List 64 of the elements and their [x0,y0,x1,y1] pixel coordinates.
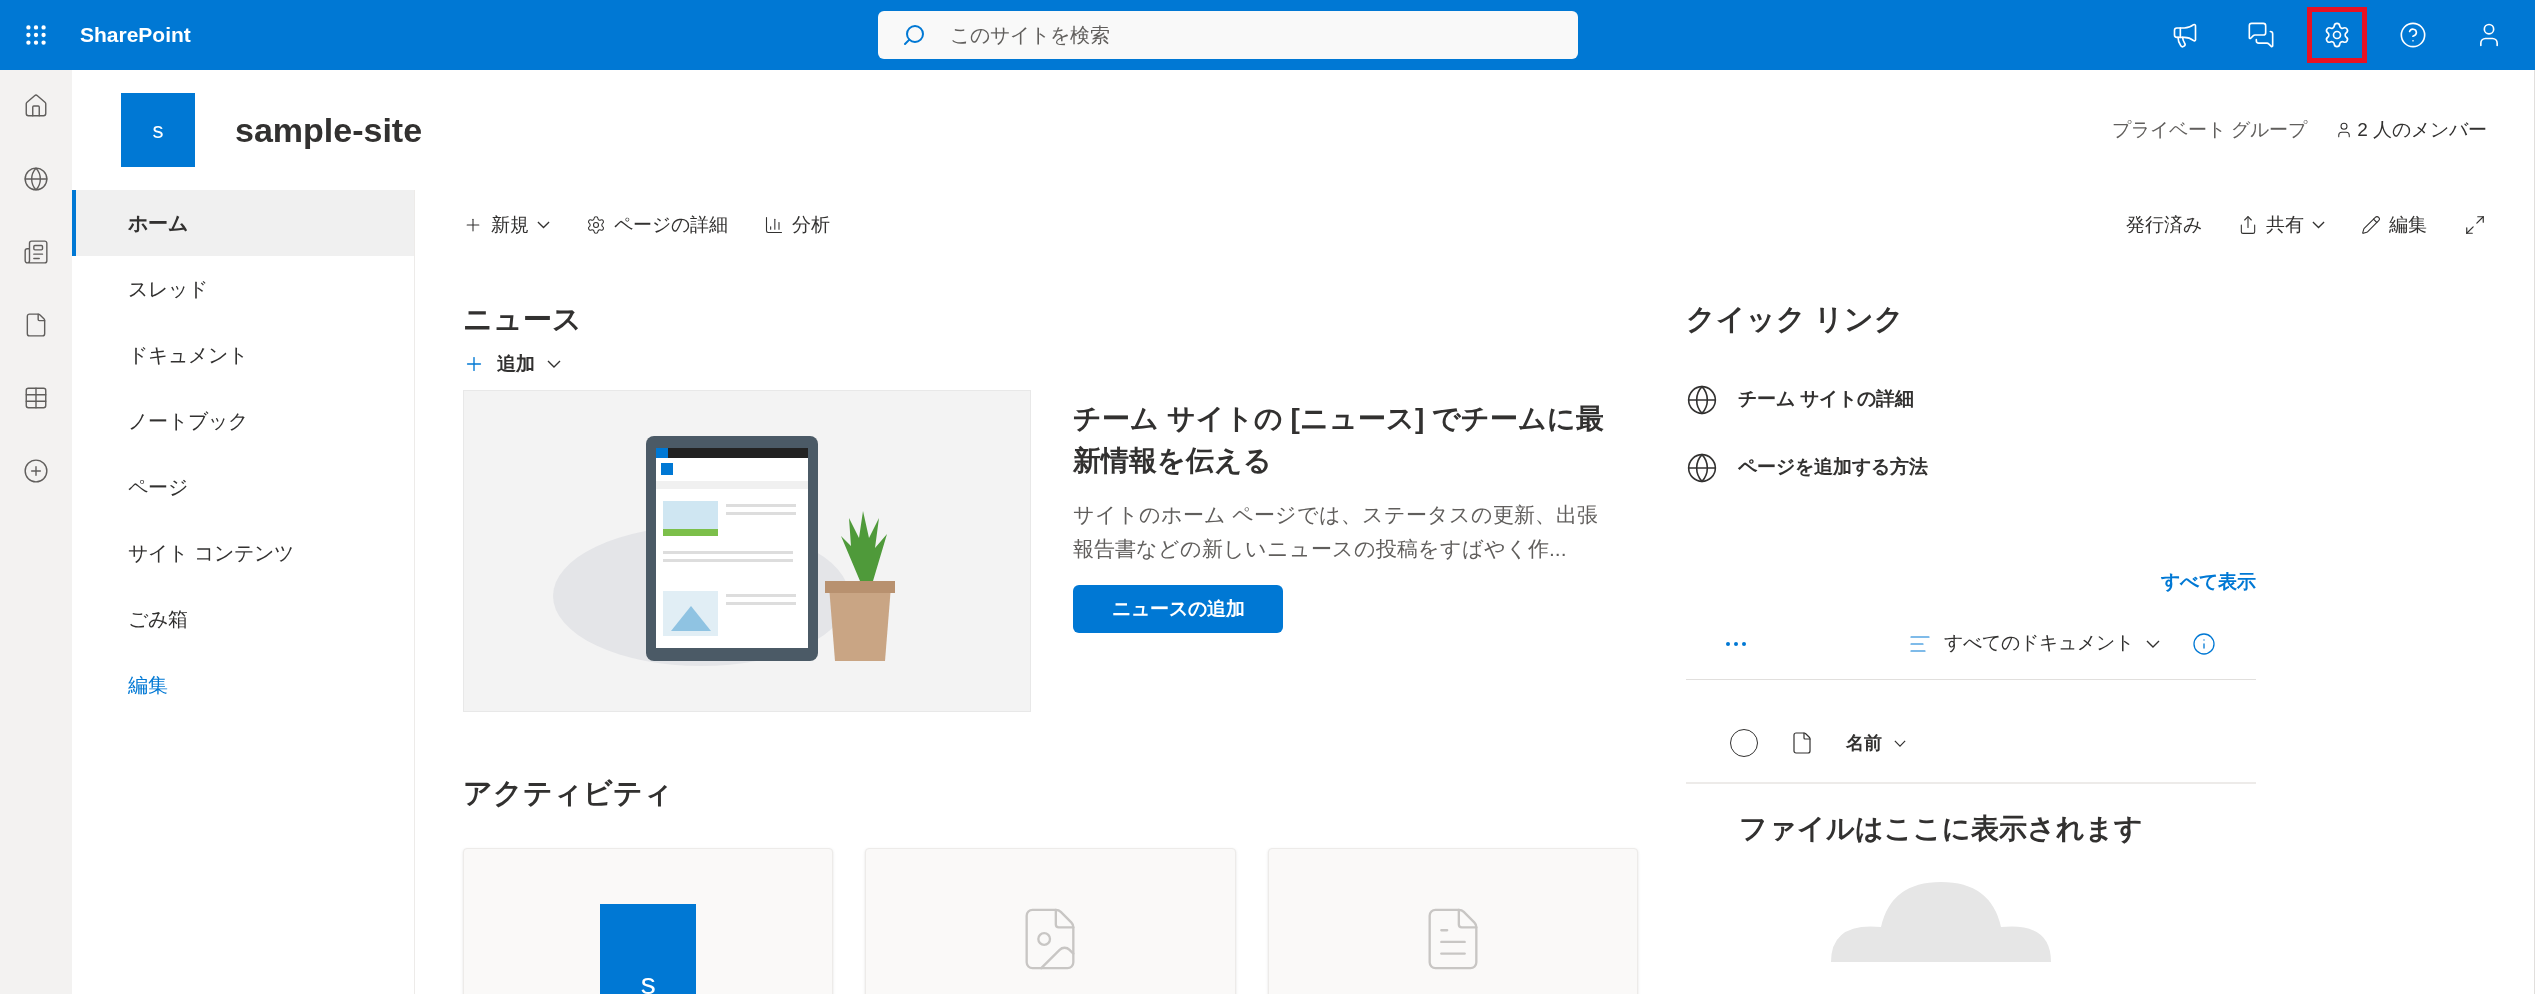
help-icon [2399,21,2427,49]
add-news-button[interactable]: ニュースの追加 [1073,585,1283,634]
search-icon [901,23,926,47]
home-icon [23,93,49,119]
view-selector[interactable]: すべてのドキュメント [1908,629,2160,658]
command-button[interactable]: 発行済み [2118,205,2210,245]
nav-item[interactable]: ページ [72,454,414,520]
site-logo: s [600,903,697,994]
caret-icon [2312,221,2325,229]
activity-heading: アクティビティ [463,776,674,811]
edit-nav-link[interactable]: 編集 [72,652,414,718]
news-description: サイトのホーム ページでは、ステータスの更新、出張報告書などの新しいニュースの投稿をすばやく作... [1073,502,1599,562]
megaphone-icon [2171,21,2199,49]
quick-link[interactable]: ページを追加する方法 [1686,433,2256,502]
chat-icon [2247,21,2275,49]
info-button[interactable] [2192,631,2216,656]
gear-icon [586,215,606,235]
app-name[interactable]: SharePoint [80,19,191,51]
nav-item[interactable]: ノートブック [72,388,414,454]
activity-card[interactable]: s [463,847,834,994]
pencil-icon [2361,215,2381,235]
share-icon [2238,215,2258,235]
select-all-checkbox[interactable] [1730,729,1758,757]
nav-item[interactable]: ホーム [72,190,414,256]
globe-icon [1686,383,1718,416]
nav-item[interactable]: ごみ箱 [72,586,414,652]
site-logo: s [121,93,195,167]
info-icon [2192,631,2216,656]
add-news-menu[interactable]: 追加 [463,349,561,378]
caret-icon [1894,739,1906,747]
file-type-icon [1790,731,1814,755]
site-title[interactable]: sample-site [235,104,423,156]
globe-icon [23,166,49,192]
empty-library-message: ファイルはここに表示されます [1738,812,2144,846]
quick-link[interactable]: チーム サイトの詳細 [1686,365,2256,434]
chart-icon [764,215,784,235]
news-heading: ニュース [463,302,583,337]
list-icon [23,385,49,411]
news-headline: チーム サイトの [ニュース] でチームに最新情報を伝える [1073,402,1605,478]
nav-item[interactable]: サイト コンテンツ [72,520,414,586]
name-column-header[interactable]: 名前 [1846,729,1906,757]
waffle-icon [23,22,49,48]
nav-item[interactable]: ドキュメント [72,322,414,388]
quick-links-heading: クイック リンク [1686,302,1906,337]
caret-icon [547,359,561,368]
caret-icon [537,221,550,229]
nav-item[interactable]: スレッド [72,256,414,322]
command-button[interactable]: 分析 [756,205,838,245]
settings-icon [2323,21,2351,49]
members-button[interactable]: 2 人のメンバー [2335,115,2487,145]
command-button[interactable]: 新規 [455,205,558,245]
header-icon-button[interactable] [2307,7,2367,63]
command-button[interactable]: 編集 [2353,205,2435,245]
search-field[interactable]: このサイトを検索 [877,11,1578,59]
expand-icon [2464,214,2486,236]
command-button[interactable]: ページの詳細 [578,205,736,245]
command-button[interactable]: 共有 [2230,205,2333,245]
caret-icon [2146,639,2160,648]
see-all-link[interactable]: すべて表示 [2161,567,2256,596]
add-icon [23,458,49,484]
news-icon [23,239,49,265]
privacy-label: プライベート グループ [2111,117,2308,142]
globe-icon [1686,451,1718,484]
more-icon [1726,641,1746,646]
